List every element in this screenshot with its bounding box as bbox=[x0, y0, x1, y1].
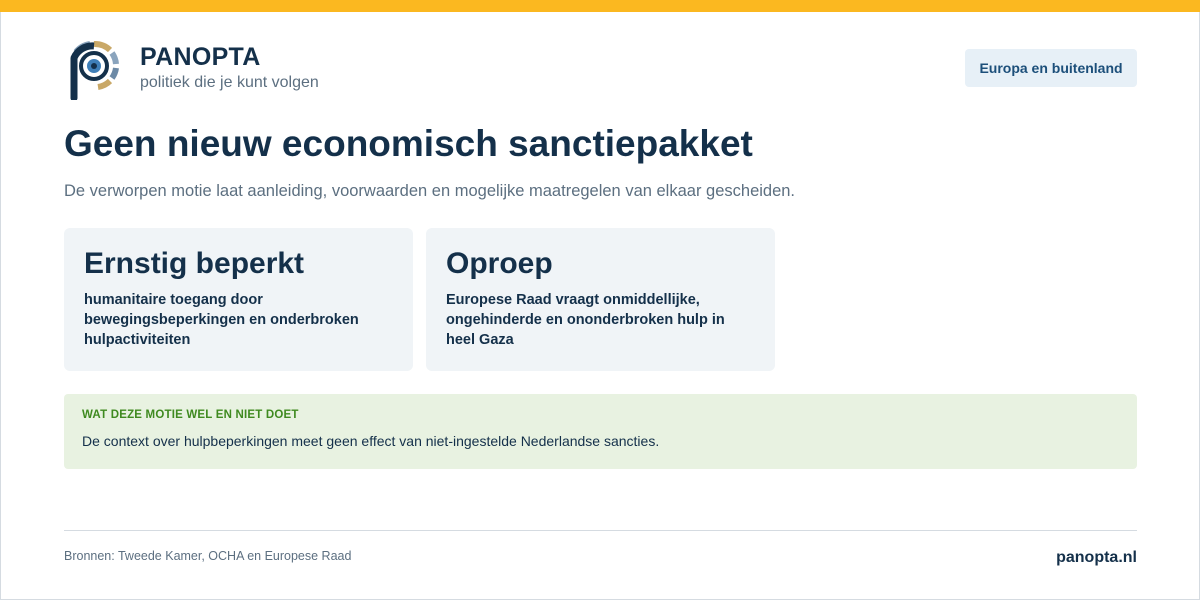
motion-note-text: De context over hulpbeperkingen meet gee… bbox=[82, 433, 660, 449]
motion-note: WAT DEZE MOTIE WEL EN NIET DOET De conte… bbox=[64, 394, 1137, 469]
fact-card-title: Oproep bbox=[446, 247, 553, 280]
page-title: Geen nieuw economisch sanctiepakket bbox=[64, 123, 753, 164]
motion-note-label: WAT DEZE MOTIE WEL EN NIET DOET bbox=[82, 409, 299, 421]
brand-name: PANOPTA bbox=[140, 43, 261, 71]
footer-divider bbox=[64, 530, 1137, 531]
site-link[interactable]: panopta.nl bbox=[1056, 548, 1137, 568]
fact-card: Ernstig beperkt humanitaire toegang door… bbox=[64, 228, 413, 371]
fact-card-text: humanitaire toegang door bewegingsbeperk… bbox=[84, 292, 359, 348]
category-badge[interactable]: Europa en buitenland bbox=[965, 49, 1137, 87]
header: PANOPTA politiek die je kunt volgen Euro… bbox=[64, 38, 1137, 102]
sources-text: Bronnen: Tweede Kamer, OCHA en Europese … bbox=[64, 549, 352, 563]
page-subtitle: De verworpen motie laat aanleiding, voor… bbox=[64, 182, 796, 200]
fact-card-text: Europese Raad vraagt onmiddellijke, onge… bbox=[446, 292, 725, 348]
brand-tagline: politiek die je kunt volgen bbox=[140, 74, 319, 91]
panopta-logo-icon bbox=[70, 41, 119, 100]
brand: PANOPTA politiek die je kunt volgen bbox=[140, 43, 319, 93]
top-accent-bar bbox=[0, 0, 1200, 12]
fact-card-title: Ernstig beperkt bbox=[84, 247, 305, 280]
fact-card: Oproep Europese Raad vraagt onmiddellijk… bbox=[426, 228, 775, 371]
